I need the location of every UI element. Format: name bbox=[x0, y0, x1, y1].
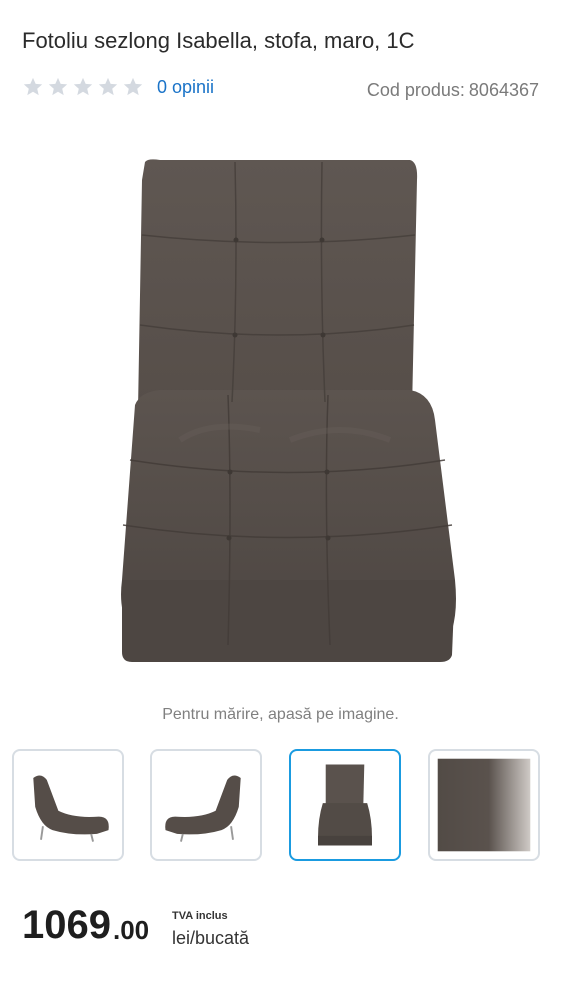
vat-label: TVA inclus bbox=[172, 910, 228, 922]
thumb-chaise-front[interactable] bbox=[289, 749, 401, 861]
price-unit: lei/bucată bbox=[172, 928, 250, 948]
chaise-side-image bbox=[33, 775, 109, 842]
thumbnail-strip bbox=[0, 749, 561, 865]
thumb-chaise-side-left[interactable] bbox=[12, 749, 124, 861]
product-code: Cod produs: 8064367 bbox=[367, 80, 539, 101]
price: 1069.00 bbox=[22, 905, 149, 945]
main-product-image[interactable] bbox=[60, 140, 500, 680]
star-icon bbox=[73, 77, 93, 96]
rating-row: 0 opinii bbox=[22, 76, 214, 98]
product-code-value: 8064367 bbox=[468, 80, 539, 100]
star-icon bbox=[123, 77, 143, 96]
fabric-swatch-image bbox=[437, 758, 531, 852]
chaise-side-image bbox=[165, 775, 241, 842]
star-icon bbox=[48, 77, 68, 96]
star-icon bbox=[23, 77, 43, 96]
product-code-label: Cod produs: bbox=[366, 80, 465, 100]
thumb-fabric-swatch[interactable] bbox=[428, 749, 540, 861]
star-icon bbox=[98, 77, 118, 96]
zoom-hint: Pentru mărire, apasă pe imagine. bbox=[162, 706, 399, 723]
reviews-link[interactable]: 0 opinii bbox=[157, 77, 214, 98]
rating-stars[interactable] bbox=[22, 76, 147, 98]
chaise-front-image bbox=[318, 764, 372, 846]
price-decimal: .00 bbox=[112, 915, 150, 945]
chaise-lounge-image bbox=[121, 159, 456, 662]
price-integer: 1069 bbox=[22, 903, 111, 947]
product-title: Fotoliu sezlong Isabella, stofa, maro, 1… bbox=[22, 28, 415, 53]
thumb-chaise-side-right[interactable] bbox=[150, 749, 262, 861]
